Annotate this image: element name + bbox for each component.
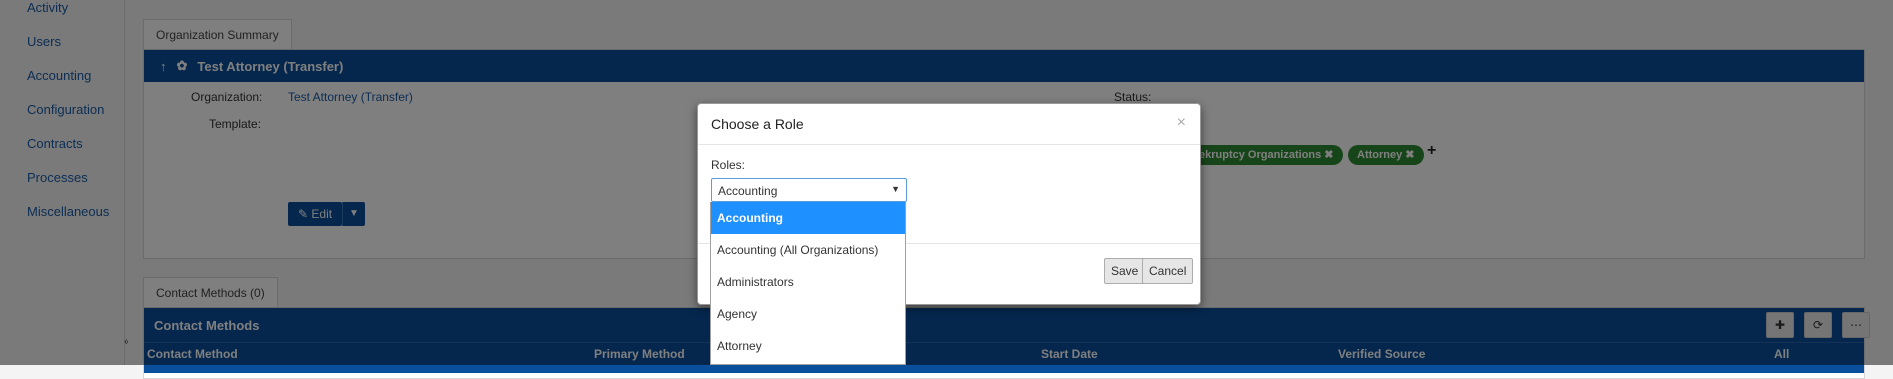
- role-option-accounting-all-organizations[interactable]: Accounting (All Organizations): [711, 234, 905, 266]
- save-button[interactable]: Save: [1104, 258, 1146, 284]
- dialog-title: Choose a Role: [711, 116, 804, 132]
- chevron-down-icon[interactable]: ▼: [891, 184, 900, 194]
- roles-label: Roles:: [711, 158, 746, 172]
- role-option-administrators[interactable]: Administrators: [711, 266, 905, 298]
- dialog-header: Choose a Role ×: [698, 104, 1200, 145]
- roles-select[interactable]: Accounting ▼: [711, 178, 907, 202]
- role-option-accounting[interactable]: Accounting: [711, 202, 905, 234]
- cancel-button[interactable]: Cancel: [1142, 258, 1194, 284]
- role-option-agency[interactable]: Agency: [711, 298, 905, 330]
- roles-select-value: Accounting: [718, 184, 778, 198]
- close-icon[interactable]: ×: [1177, 114, 1186, 132]
- role-option-attorney[interactable]: Attorney: [711, 330, 905, 362]
- roles-dropdown-list: Accounting Accounting (All Organizations…: [710, 202, 906, 365]
